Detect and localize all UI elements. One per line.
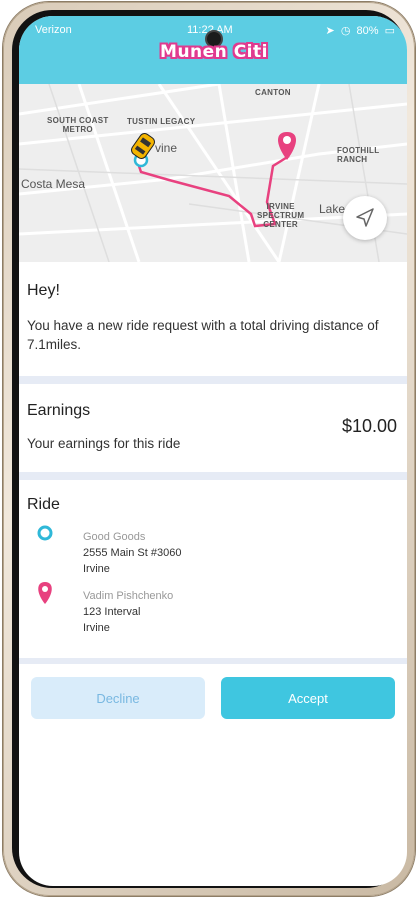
map-label-tustin-legacy: TUSTIN LEGACY (127, 117, 196, 126)
taxi-icon (131, 133, 155, 159)
earnings-title: Earnings (27, 402, 91, 419)
ride-details-card: Ride Good Goods 2555 Main St #3060 Irvin… (19, 480, 407, 662)
dropoff-address: 123 Interval (83, 606, 141, 618)
pickup-city: Irvine (83, 563, 110, 575)
pickup-dot-icon (37, 525, 53, 541)
app-header: Verizon 11:2? AM ➤ ◷ 80% ▭ Munen Citi (19, 16, 407, 84)
battery-label: 80% (356, 25, 379, 37)
map-label-irvine: vine (155, 141, 178, 155)
section-divider (19, 376, 407, 384)
accept-button[interactable]: Accept (221, 677, 395, 719)
decline-button[interactable]: Decline (31, 677, 205, 719)
section-divider (19, 472, 407, 480)
dropoff-city: Irvine (83, 622, 110, 634)
ride-request-card: Hey! You have a new ride request with a … (19, 262, 407, 390)
dropoff-name: Vadim Pishchenko (83, 590, 174, 602)
carrier-label: Verizon (35, 24, 72, 36)
destination-pin-icon (278, 132, 296, 160)
section-divider (19, 658, 407, 664)
navigation-arrow-icon (356, 208, 374, 227)
earnings-card: Earnings Your earnings for this ride $10… (19, 384, 407, 472)
app-logo: Munen Citi (160, 42, 268, 62)
route-map[interactable]: CANTON SOUTH COAST METRO TUSTIN LEGACY v… (19, 84, 407, 262)
status-icons: ➤ ◷ 80% ▭ (323, 24, 395, 37)
map-label-foothill-ranch: FOOTHILL RANCH (337, 146, 380, 164)
greeting-title: Hey! (27, 282, 60, 299)
recenter-button[interactable] (343, 196, 387, 240)
pickup-address: 2555 Main St #3060 (83, 547, 182, 559)
map-label-costa-mesa: Costa Mesa (21, 177, 86, 191)
alarm-icon: ◷ (340, 25, 351, 37)
ride-title: Ride (27, 496, 60, 513)
phone-screen: Verizon 11:2? AM ➤ ◷ 80% ▭ Munen Citi CA… (19, 16, 407, 886)
battery-icon: ▭ (384, 25, 395, 37)
location-icon: ➤ (325, 25, 335, 37)
map-label-irvine-spectrum: IRVINE SPECTRUM CENTER (257, 202, 305, 229)
dropoff-pin-icon (38, 582, 52, 604)
earnings-amount: $10.00 (341, 416, 397, 436)
route-timeline (37, 525, 53, 604)
map-label-canton: CANTON (255, 88, 291, 97)
map-label-south-coast-metro: SOUTH COAST METRO (47, 116, 109, 134)
ride-request-message: You have a new ride request with a total… (27, 318, 379, 352)
pickup-name: Good Goods (83, 531, 146, 543)
earnings-subtitle: Your earnings for this ride (27, 436, 181, 451)
